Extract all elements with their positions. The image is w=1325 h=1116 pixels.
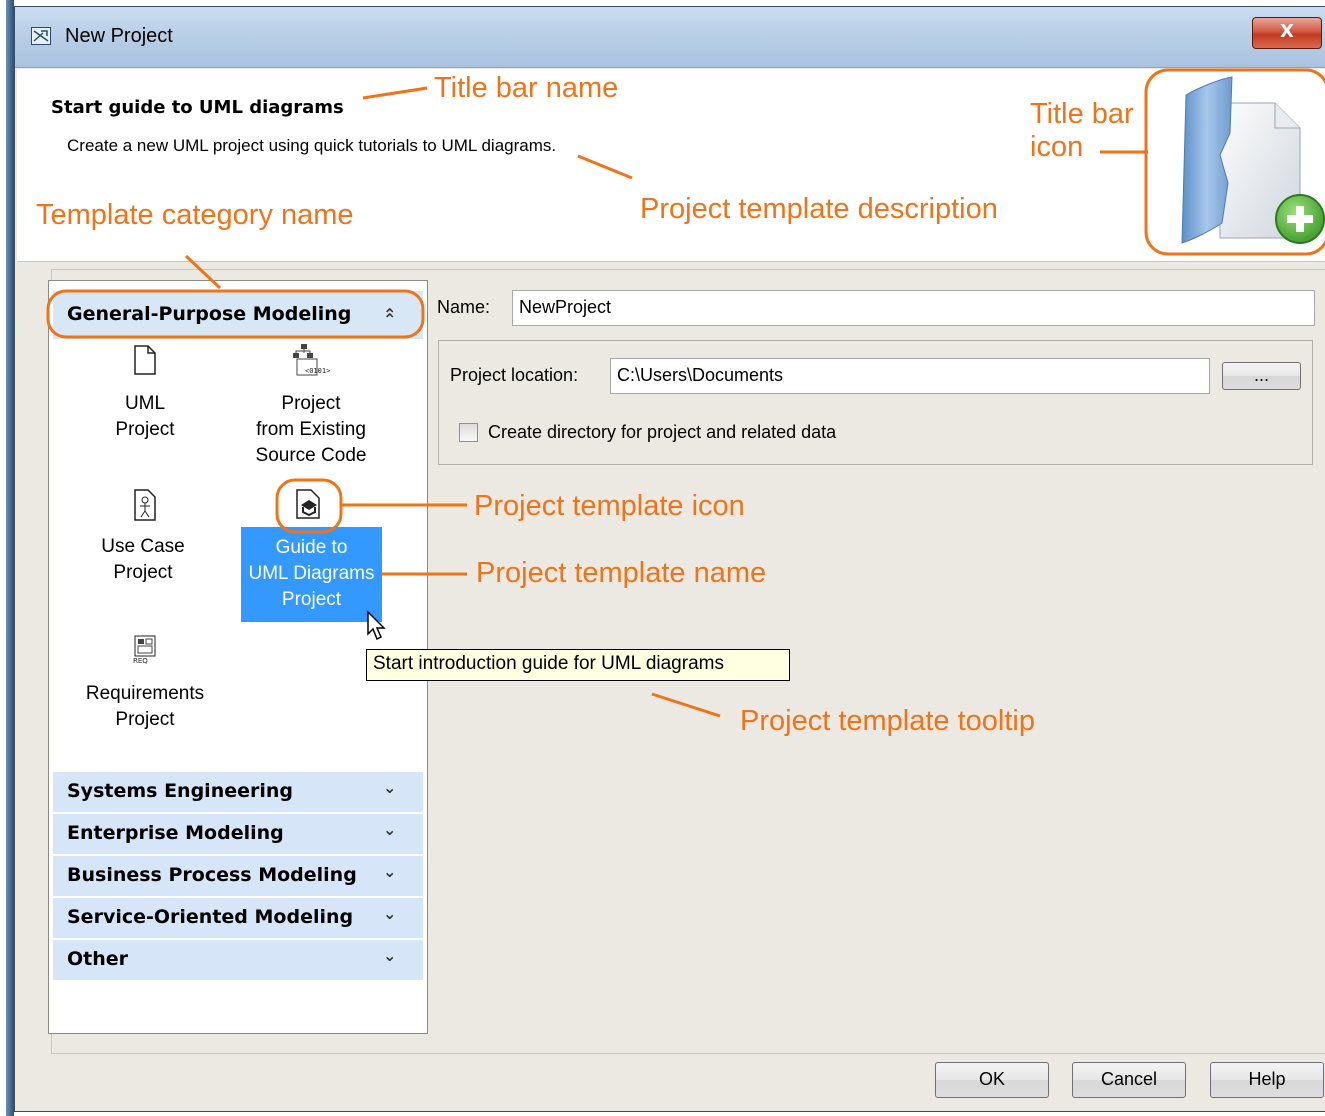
annotation-title-bar-icon-line2: icon [1030,131,1084,163]
annotation-title-bar-name: Title bar name [434,72,619,104]
annotation-template-icon: Project template icon [474,490,745,522]
category-name-highlight [46,289,425,339]
title-bar-icon-highlight [1144,68,1325,256]
annotation-leader-line [577,154,633,180]
annotation-leader-line [362,86,428,100]
annotation-template-tooltip: Project template tooltip [740,705,1035,737]
annotation-template-name: Project template name [476,557,767,589]
annotation-category-name: Template category name [36,199,354,231]
annotation-leader-line [651,692,721,718]
template-icon-highlight [275,478,343,534]
annotation-leader-line [184,254,222,290]
annotation-title-bar-icon-line1: Title bar [1030,98,1134,130]
annotation-template-description: Project template description [640,193,998,225]
